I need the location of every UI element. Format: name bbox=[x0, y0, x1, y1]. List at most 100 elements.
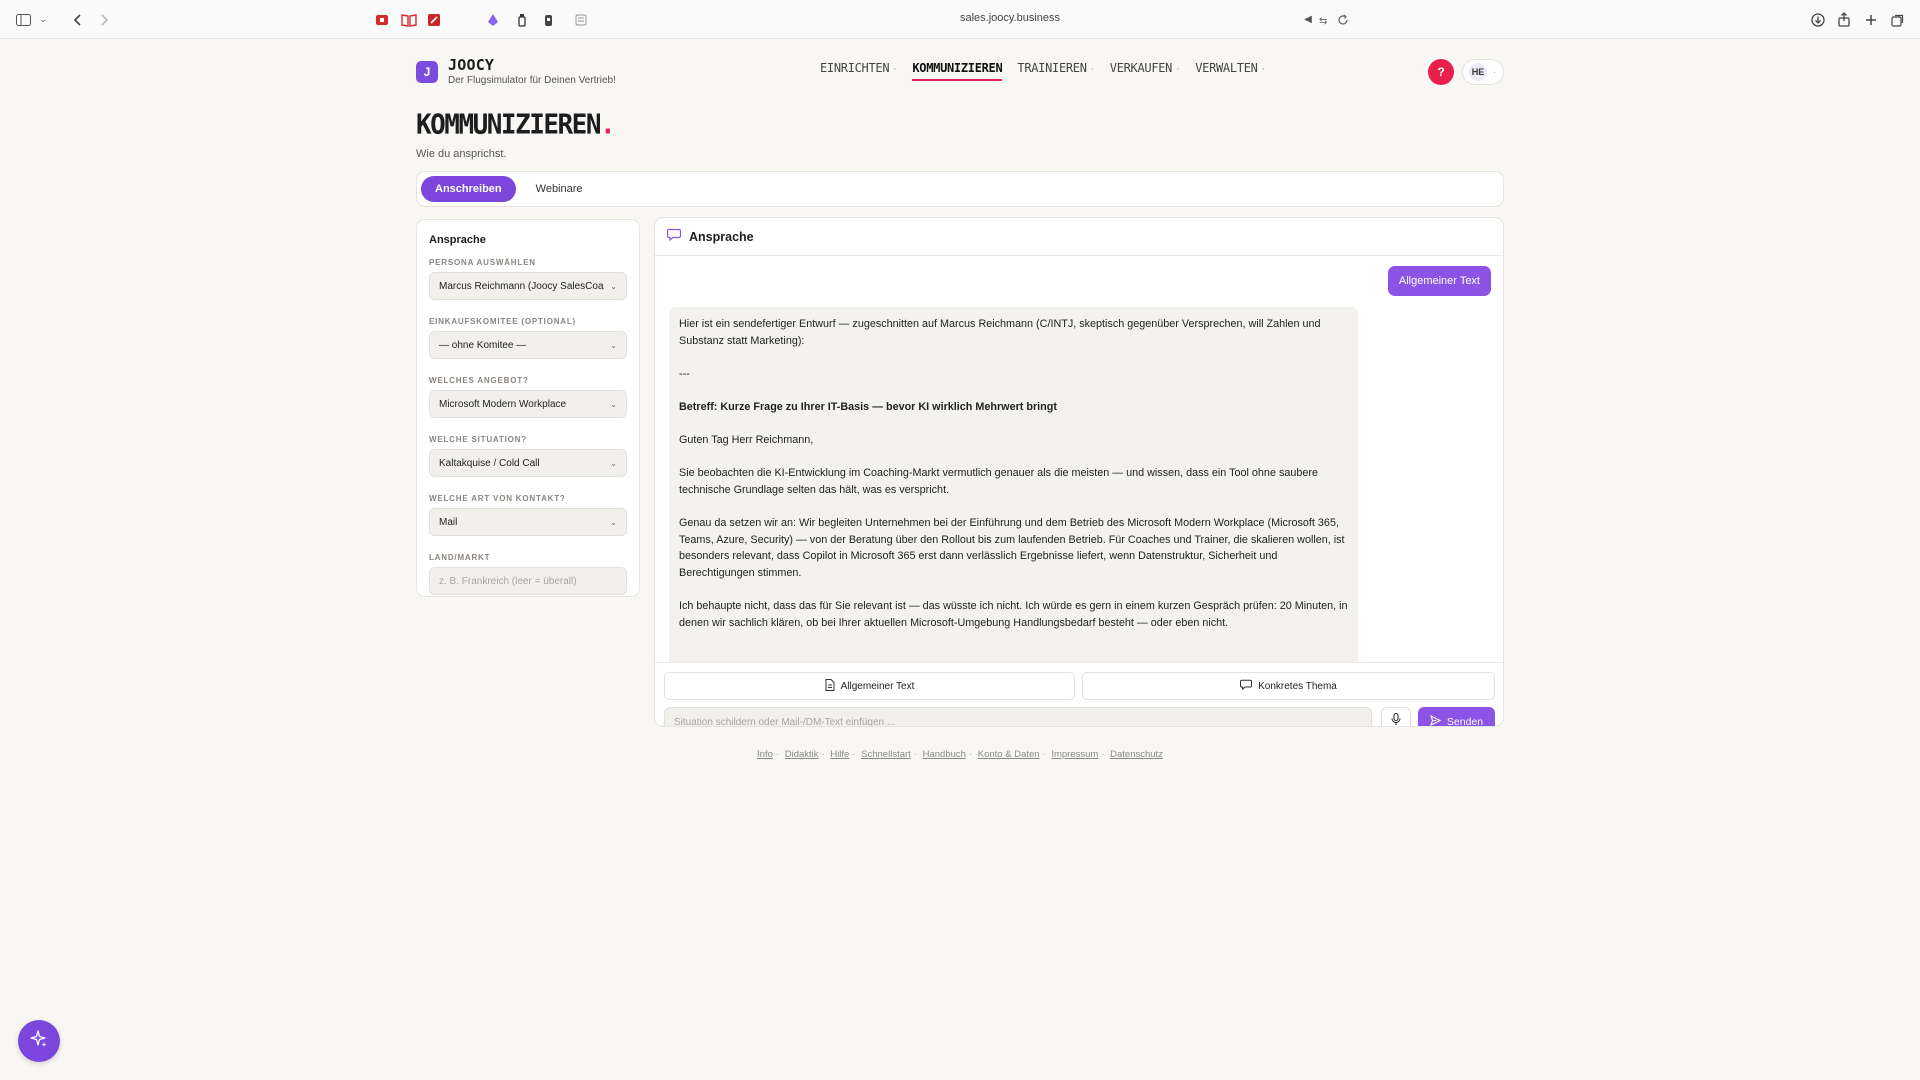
message-subject: Betreff: Kurze Frage zu Ihrer IT-Basis —… bbox=[679, 400, 1057, 413]
footer-link-impressum[interactable]: Impressum bbox=[1051, 749, 1098, 760]
message-paragraph: Genau da setzen wir an: Wir begleiten Un… bbox=[679, 517, 1345, 579]
forward-icon[interactable] bbox=[98, 10, 112, 29]
chat-bubble-icon bbox=[1240, 679, 1253, 693]
footer-link-info[interactable]: Info bbox=[757, 749, 773, 760]
message-greeting: Guten Tag Herr Reichmann, bbox=[679, 434, 814, 447]
nav-item-einrichten[interactable]: EINRICHTEN · bbox=[820, 61, 898, 81]
footer-separator: · bbox=[1042, 749, 1046, 760]
book-extension-icon[interactable] bbox=[400, 10, 418, 29]
footer-link-konto[interactable]: Konto & Daten bbox=[978, 749, 1040, 760]
page-title-accent: . bbox=[600, 109, 616, 141]
ansprache-settings-panel: Ansprache PERSONA AUSWÄHLEN Marcus Reich… bbox=[416, 219, 640, 597]
pdf-extension-icon[interactable] bbox=[426, 10, 442, 29]
footer-link-didaktik[interactable]: Didaktik bbox=[785, 749, 819, 760]
message-paragraph: Hier ist ein sendefertiger Entwurf — zug… bbox=[679, 318, 1321, 347]
persona-label: PERSONA AUSWÄHLEN bbox=[429, 258, 536, 267]
footer-link-datenschutz[interactable]: Datenschutz bbox=[1110, 749, 1163, 760]
extension-icon[interactable] bbox=[374, 10, 390, 29]
offer-label: WELCHES ANGEBOT? bbox=[429, 376, 529, 385]
nav-item-verwalten[interactable]: VERWALTEN · bbox=[1195, 61, 1266, 81]
subtabs-bar: Anschreiben Webinare bbox=[416, 171, 1504, 207]
bottle-extension-icon[interactable] bbox=[516, 10, 528, 29]
general-text-button[interactable]: Allgemeiner Text bbox=[664, 672, 1075, 700]
contact-type-value: Mail bbox=[439, 516, 458, 528]
footer-link-handbuch[interactable]: Handbuch bbox=[923, 749, 966, 760]
situation-select[interactable]: Kaltakquise / Cold Call ⌄ bbox=[429, 449, 627, 477]
footer-separator: · bbox=[775, 749, 780, 760]
new-tab-icon[interactable] bbox=[1864, 10, 1878, 29]
help-button[interactable]: ? bbox=[1428, 59, 1454, 85]
committee-value: — ohne Komitee — bbox=[439, 339, 527, 351]
specific-topic-button[interactable]: Konkretes Thema bbox=[1082, 672, 1495, 700]
chat-header: Ansprache bbox=[655, 218, 1503, 256]
committee-select[interactable]: — ohne Komitee — ⌄ bbox=[429, 331, 627, 359]
microphone-icon bbox=[1391, 712, 1401, 726]
contact-type-select[interactable]: Mail ⌄ bbox=[429, 508, 627, 536]
general-text-label: Allgemeiner Text bbox=[840, 680, 915, 692]
share-icon[interactable] bbox=[1836, 10, 1852, 29]
jar-extension-icon[interactable] bbox=[542, 10, 554, 29]
market-input[interactable] bbox=[429, 567, 627, 595]
send-icon bbox=[1429, 714, 1442, 726]
page-title-text: KOMMUNIZIEREN bbox=[416, 109, 602, 141]
brand-tagline: Der Flugsimulator für Deinen Vertrieb! bbox=[448, 75, 616, 86]
back-icon[interactable] bbox=[70, 10, 84, 29]
nav-dropdown-icon: · bbox=[1260, 65, 1266, 75]
footer-link-hilfe[interactable]: Hilfe bbox=[830, 749, 849, 760]
panel-heading: Ansprache bbox=[429, 234, 486, 246]
situation-value: Kaltakquise / Cold Call bbox=[439, 457, 540, 469]
nav-item-kommunizieren[interactable]: KOMMUNIZIEREN bbox=[912, 61, 1003, 81]
footer-separator: · bbox=[968, 749, 973, 760]
message-divider: --- bbox=[679, 367, 690, 380]
tab-overview-icon[interactable] bbox=[1890, 10, 1906, 29]
download-icon[interactable] bbox=[1810, 10, 1826, 29]
tab-webinare[interactable]: Webinare bbox=[522, 176, 597, 202]
chat-bubble-icon bbox=[666, 228, 682, 246]
footer-separator: · bbox=[1101, 749, 1105, 760]
message-paragraph: Ich behaupte nicht, dass das für Sie rel… bbox=[679, 600, 1348, 629]
message-paragraph: Sie beobachten die KI-Entwicklung im Coa… bbox=[679, 467, 1318, 496]
sidebar-toggle-icon[interactable] bbox=[14, 10, 32, 29]
translate-icon[interactable]: ⇆ bbox=[1318, 10, 1334, 29]
persona-select[interactable]: Marcus Reichmann (Joocy SalesCoa ⌄ bbox=[429, 272, 627, 300]
nav-item-trainieren[interactable]: TRAINIEREN · bbox=[1017, 61, 1095, 81]
nav-label: VERWALTEN bbox=[1195, 61, 1258, 75]
chat-panel: Ansprache Allgemeiner Text Hier ist ein … bbox=[654, 217, 1504, 727]
reload-icon[interactable] bbox=[1337, 10, 1349, 29]
chevron-down-icon: ⌄ bbox=[610, 458, 617, 468]
app-logo[interactable]: J bbox=[416, 61, 438, 83]
nav-item-verkaufen[interactable]: VERKAUFEN · bbox=[1110, 61, 1181, 81]
offer-value: Microsoft Modern Workplace bbox=[439, 398, 567, 410]
tab-anschreiben[interactable]: Anschreiben bbox=[421, 176, 516, 202]
reader-extension-icon[interactable] bbox=[574, 10, 588, 29]
committee-label: EINKAUFSKOMITEE (OPTIONAL) bbox=[429, 317, 577, 326]
chevron-down-icon: ⌄ bbox=[610, 399, 617, 409]
chat-title: Ansprache bbox=[689, 229, 754, 244]
nav-label: EINRICHTEN bbox=[820, 61, 890, 75]
ai-assistant-button[interactable] bbox=[18, 1020, 60, 1062]
microphone-button[interactable] bbox=[1381, 707, 1411, 726]
user-menu-button[interactable]: HE · bbox=[1462, 59, 1504, 85]
page-title: KOMMUNIZIEREN. bbox=[416, 109, 616, 141]
footer-links: Info · Didaktik · Hilfe · Schnellstart · Han… bbox=[0, 749, 1920, 760]
browser-toolbar: ⌄ sales.joocy.business ◀ ⇆ bbox=[0, 0, 1920, 39]
brand-name: JOOCY bbox=[448, 56, 495, 74]
chat-messages[interactable]: Allgemeiner Text Hier ist ein sendeferti… bbox=[655, 257, 1503, 662]
nav-dropdown-icon: · bbox=[892, 65, 898, 75]
specific-topic-label: Konkretes Thema bbox=[1258, 680, 1337, 692]
main-nav: EINRICHTEN · KOMMUNIZIEREN TRAINIEREN · VE… bbox=[820, 61, 1281, 81]
page-subtitle: Wie du ansprichst. bbox=[416, 148, 507, 160]
address-bar[interactable]: sales.joocy.business bbox=[900, 12, 1120, 24]
footer-link-schnellstart[interactable]: Schnellstart bbox=[861, 749, 911, 760]
message-input[interactable] bbox=[664, 707, 1372, 726]
chevron-down-icon: · bbox=[1493, 67, 1496, 77]
chevron-down-icon[interactable]: ⌄ bbox=[38, 10, 48, 29]
footer-separator: · bbox=[821, 749, 825, 760]
offer-select[interactable]: Microsoft Modern Workplace ⌄ bbox=[429, 390, 627, 418]
purple-extension-icon[interactable] bbox=[486, 10, 500, 29]
footer-separator: · bbox=[852, 749, 856, 760]
speaker-icon[interactable]: ◀ bbox=[1302, 10, 1314, 29]
send-button[interactable]: Senden bbox=[1418, 707, 1495, 726]
svg-text:⇆: ⇆ bbox=[1319, 16, 1327, 26]
document-icon bbox=[825, 678, 835, 694]
